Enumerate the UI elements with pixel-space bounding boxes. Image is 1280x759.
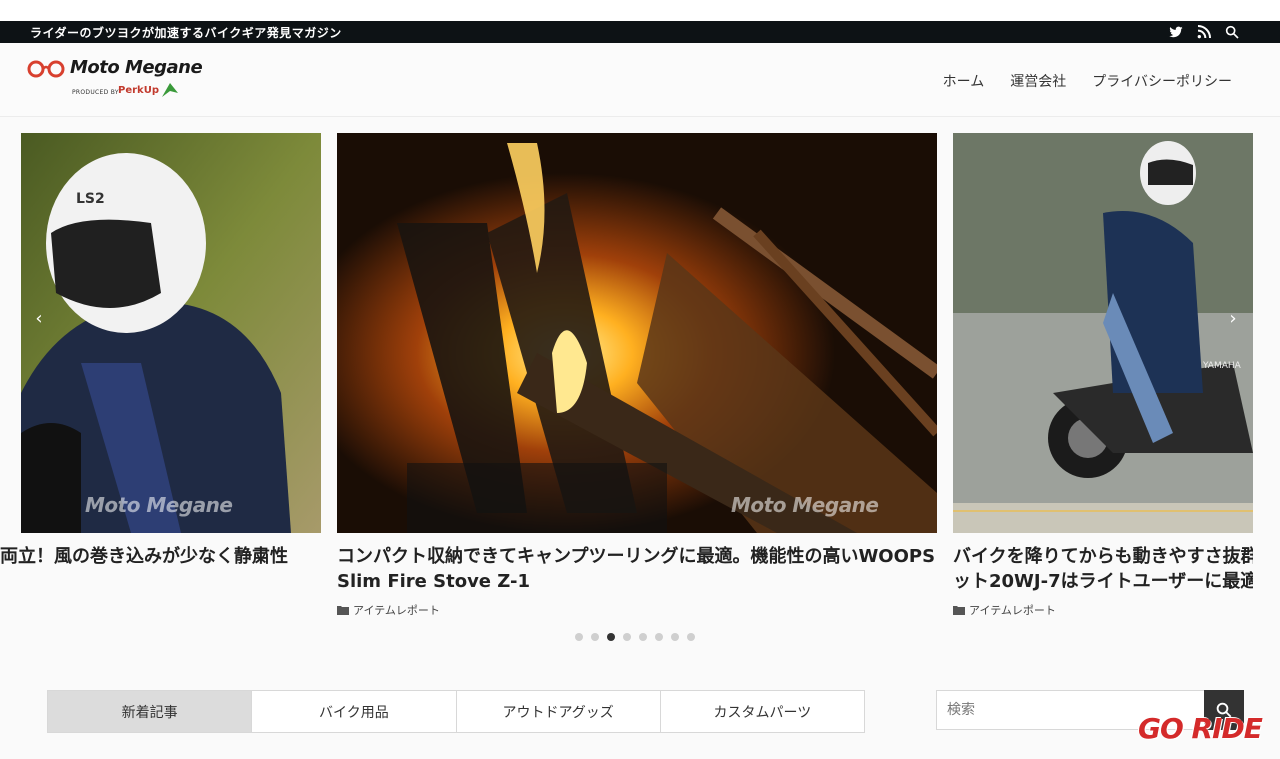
svg-text:YAMAHA: YAMAHA <box>1202 361 1242 371</box>
logo-text: Moto Megane <box>70 57 203 78</box>
top-bar: ライダーのブツヨクが加速するバイクギア発見マガジン <box>0 21 1280 43</box>
slide-prev[interactable]: LS2 Moto Megane 両立！風の巻き込みが少なく静粛性 <box>0 133 321 593</box>
slide-title-line2[interactable]: Slim Fire Stove Z-1 <box>337 569 530 595</box>
image-watermark: Moto Megane <box>85 493 233 517</box>
slide-image: LS2 Moto Megane <box>21 133 321 533</box>
glasses-logo-icon <box>27 60 65 78</box>
folder-icon <box>337 606 349 615</box>
slide-category[interactable]: アイテムレポート <box>953 602 1056 618</box>
slide-current[interactable]: Moto Megane コンパクト収納できてキャンプツーリングに最適。機能性の高… <box>337 133 937 623</box>
image-watermark: Moto Megane <box>731 493 879 517</box>
social-icons <box>1168 24 1240 40</box>
site-logo[interactable]: Moto Megane PRODUCED BY PerkUp <box>26 55 206 103</box>
slide-image: Moto Megane <box>337 133 937 533</box>
slider-dot[interactable] <box>687 633 695 641</box>
tab-bike-goods[interactable]: バイク用品 <box>252 691 457 732</box>
slider-dot[interactable] <box>655 633 663 641</box>
slider-next-arrow[interactable]: › <box>1224 300 1242 336</box>
category-label: アイテムレポート <box>353 604 440 617</box>
folder-icon <box>953 606 965 615</box>
slide-title-line1[interactable]: コンパクト収納できてキャンプツーリングに最適。機能性の高いWOOPS <box>337 544 935 570</box>
slider-dot[interactable] <box>607 633 615 641</box>
top-whitespace <box>0 0 1280 21</box>
site-header: Moto Megane PRODUCED BY PerkUp ホーム 運営会社 … <box>0 43 1280 117</box>
slide-category[interactable]: アイテムレポート <box>337 602 440 618</box>
produced-by-label: PRODUCED BY <box>72 89 119 96</box>
nav-home[interactable]: ホーム <box>943 71 985 91</box>
partner-logo-text: PerkUp <box>118 85 159 96</box>
chevron-right-icon: › <box>1229 307 1237 329</box>
slider-prev-arrow[interactable]: ‹ <box>30 300 48 336</box>
tab-custom-parts[interactable]: カスタムパーツ <box>661 691 864 732</box>
main-nav: ホーム 運営会社 プライバシーポリシー <box>943 71 1232 91</box>
tab-outdoor-goods[interactable]: アウトドアグッズ <box>457 691 661 732</box>
goride-corner-logo: GO RIDE <box>1138 712 1263 745</box>
chevron-left-icon: ‹ <box>35 307 43 329</box>
slide-image: YAMAHA <box>953 133 1253 533</box>
slide-next[interactable]: YAMAHA バイクを降りてからも動きやすさ抜群 ット20WJ-7はライトユーザ… <box>953 133 1253 623</box>
site-tagline: ライダーのブツヨクが加速するバイクギア発見マガジン <box>30 26 342 40</box>
slider-dot[interactable] <box>671 633 679 641</box>
category-label: アイテムレポート <box>969 604 1056 617</box>
slider-dot[interactable] <box>623 633 631 641</box>
slide-title-line2[interactable]: ット20WJ-7はライトユーザーに最適 <box>953 569 1253 595</box>
svg-text:LS2: LS2 <box>76 191 105 207</box>
leaf-icon <box>162 83 178 97</box>
tab-new-articles[interactable]: 新着記事 <box>48 691 253 732</box>
nav-company[interactable]: 運営会社 <box>1010 71 1066 91</box>
category-tabs: 新着記事 バイク用品 アウトドアグッズ カスタムパーツ <box>47 690 865 733</box>
slider-pagination <box>575 633 695 641</box>
slider-dot[interactable] <box>639 633 647 641</box>
nav-privacy-policy[interactable]: プライバシーポリシー <box>1092 71 1232 91</box>
slider-dot[interactable] <box>591 633 599 641</box>
slide-title-line1[interactable]: バイクを降りてからも動きやすさ抜群 <box>953 544 1253 570</box>
slide-title[interactable]: 両立！風の巻き込みが少なく静粛性 <box>0 544 288 570</box>
search-icon[interactable] <box>1224 24 1240 40</box>
slider-dot[interactable] <box>575 633 583 641</box>
rss-icon[interactable] <box>1196 24 1212 40</box>
twitter-icon[interactable] <box>1168 24 1184 40</box>
